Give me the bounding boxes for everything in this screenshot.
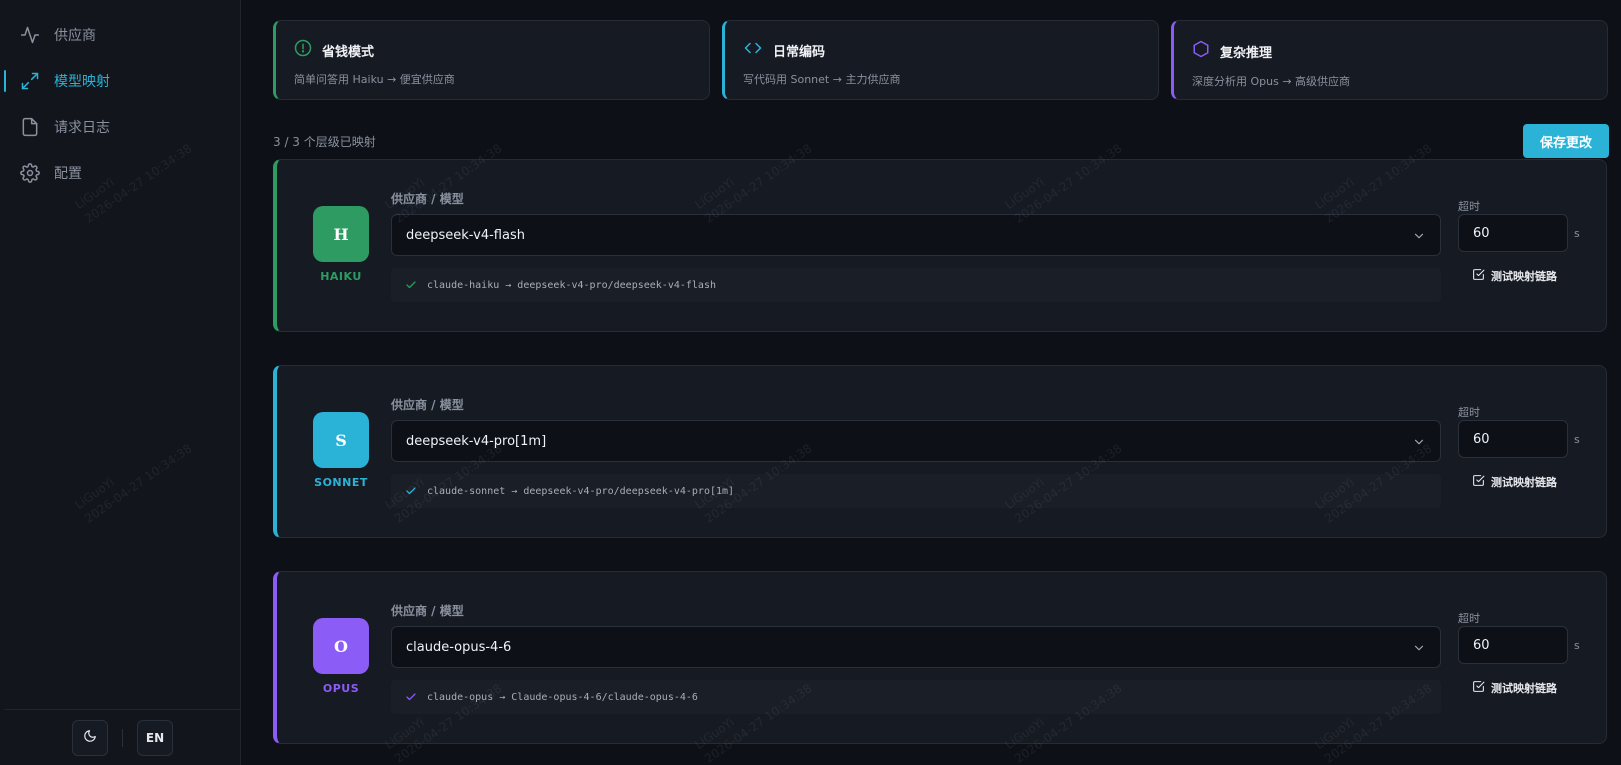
provider-model-label: 供应商 / 模型 [391, 604, 464, 618]
tier-card-title: 日常编码 [773, 44, 826, 60]
tier-badge: O [313, 618, 369, 674]
save-button[interactable]: 保存更改 [1523, 124, 1609, 158]
provider-model-label: 供应商 / 模型 [391, 192, 464, 206]
route-path: claude-haiku → deepseek-v4-pro/deepseek-… [427, 279, 716, 291]
provider-model-select[interactable]: claude-opus-4-6 [391, 626, 1441, 668]
route-preview: claude-sonnet → deepseek-v4-pro/deepseek… [391, 474, 1441, 508]
route-preview: claude-haiku → deepseek-v4-pro/deepseek-… [391, 268, 1441, 302]
selected-model: claude-opus-4-6 [406, 639, 512, 655]
checkbox-icon [1472, 680, 1485, 696]
timeout-input[interactable] [1458, 420, 1568, 458]
sidebar-item-settings[interactable]: 配置 [0, 150, 240, 196]
tier-card-economy: 省钱模式 简单问答用 Haiku → 便宜供应商 [273, 20, 710, 100]
route-path: claude-opus → Claude-opus-4-6/claude-opu… [427, 691, 698, 703]
timeout-unit: s [1574, 227, 1580, 240]
tier-badge: H [313, 206, 369, 262]
tier-name: OPUS [322, 682, 360, 695]
language-toggle-button[interactable]: EN [137, 719, 173, 756]
timeout-input[interactable] [1458, 626, 1568, 664]
tier-cards: 省钱模式 简单问答用 Haiku → 便宜供应商 日常编码 写代码用 Sonne… [273, 20, 1608, 100]
sidebar-item-label: 模型映射 [54, 74, 110, 90]
test-mapping-label: 测试映射链路 [1491, 476, 1557, 489]
chevron-down-icon [1412, 640, 1426, 659]
tier-card-desc: 简单问答用 Haiku → 便宜供应商 [294, 73, 455, 86]
tier-card-desc: 深度分析用 Opus → 高级供应商 [1192, 75, 1351, 88]
mapping-card-sonnet: S SONNET 供应商 / 模型 deepseek-v4-pro[1m] cl… [273, 365, 1607, 538]
selected-model: deepseek-v4-flash [406, 227, 525, 243]
tier-name: SONNET [314, 476, 368, 489]
test-mapping-label: 测试映射链路 [1491, 682, 1557, 695]
app-window: 供应商 模型映射 请求日志 配置 EN 省钱模式 简单问答用 Haiku → 便… [0, 0, 1621, 765]
test-mapping-button[interactable]: 测试映射链路 [1472, 474, 1557, 490]
dollar-circle-icon [294, 39, 312, 61]
route-path: claude-sonnet → deepseek-v4-pro/deepseek… [427, 485, 735, 497]
provider-model-select[interactable]: deepseek-v4-pro[1m] [391, 420, 1441, 462]
tier-name: HAIKU [320, 270, 362, 283]
sidebar: 供应商 模型映射 请求日志 配置 EN [0, 0, 241, 765]
mapped-count: 3 / 3 个层级已映射 [273, 135, 376, 149]
sidebar-nav: 供应商 模型映射 请求日志 配置 [0, 0, 240, 196]
timeout-label: 超时 [1458, 200, 1480, 213]
sidebar-item-label: 供应商 [54, 28, 96, 44]
timeout-unit: s [1574, 639, 1580, 652]
chevron-down-icon [1412, 434, 1426, 453]
main-content: 省钱模式 简单问答用 Haiku → 便宜供应商 日常编码 写代码用 Sonne… [241, 0, 1621, 765]
test-mapping-button[interactable]: 测试映射链路 [1472, 680, 1557, 696]
check-icon [405, 688, 417, 707]
check-icon [405, 482, 417, 501]
activity-icon [18, 23, 42, 47]
divider [122, 728, 123, 747]
sidebar-item-request-log[interactable]: 请求日志 [0, 104, 240, 150]
provider-model-label: 供应商 / 模型 [391, 398, 464, 412]
selected-model: deepseek-v4-pro[1m] [406, 433, 547, 449]
test-mapping-label: 测试映射链路 [1491, 270, 1557, 283]
tier-card-reasoning: 复杂推理 深度分析用 Opus → 高级供应商 [1171, 20, 1608, 100]
sidebar-item-model-mapping[interactable]: 模型映射 [0, 58, 240, 104]
mapping-card-haiku: H HAIKU 供应商 / 模型 deepseek-v4-flash claud… [273, 159, 1607, 332]
chevron-down-icon [1412, 228, 1426, 247]
document-icon [18, 115, 42, 139]
checkbox-icon [1472, 268, 1485, 284]
arrows-expand-icon [18, 69, 42, 93]
tier-card-title: 省钱模式 [322, 44, 375, 60]
tier-card-coding: 日常编码 写代码用 Sonnet → 主力供应商 [722, 20, 1159, 100]
sidebar-item-providers[interactable]: 供应商 [0, 12, 240, 58]
check-icon [405, 276, 417, 295]
tier-card-title: 复杂推理 [1220, 45, 1273, 61]
provider-model-select[interactable]: deepseek-v4-flash [391, 214, 1441, 256]
code-brackets-icon [743, 39, 763, 61]
timeout-label: 超时 [1458, 612, 1480, 625]
sidebar-item-label: 配置 [54, 166, 82, 182]
timeout-label: 超时 [1458, 406, 1480, 419]
tier-badge: S [313, 412, 369, 468]
timeout-unit: s [1574, 433, 1580, 446]
timeout-input[interactable] [1458, 214, 1568, 252]
checkbox-icon [1472, 474, 1485, 490]
moon-icon [83, 729, 97, 746]
mapping-card-opus: O OPUS 供应商 / 模型 claude-opus-4-6 claude-o… [273, 571, 1607, 744]
theme-toggle-button[interactable] [72, 719, 108, 756]
route-preview: claude-opus → Claude-opus-4-6/claude-opu… [391, 680, 1441, 714]
hexagon-icon [1192, 39, 1210, 63]
tier-card-desc: 写代码用 Sonnet → 主力供应商 [743, 73, 901, 86]
test-mapping-button[interactable]: 测试映射链路 [1472, 268, 1557, 284]
sidebar-item-label: 请求日志 [54, 120, 110, 136]
sidebar-footer: EN [4, 709, 241, 765]
gear-icon [18, 161, 42, 185]
